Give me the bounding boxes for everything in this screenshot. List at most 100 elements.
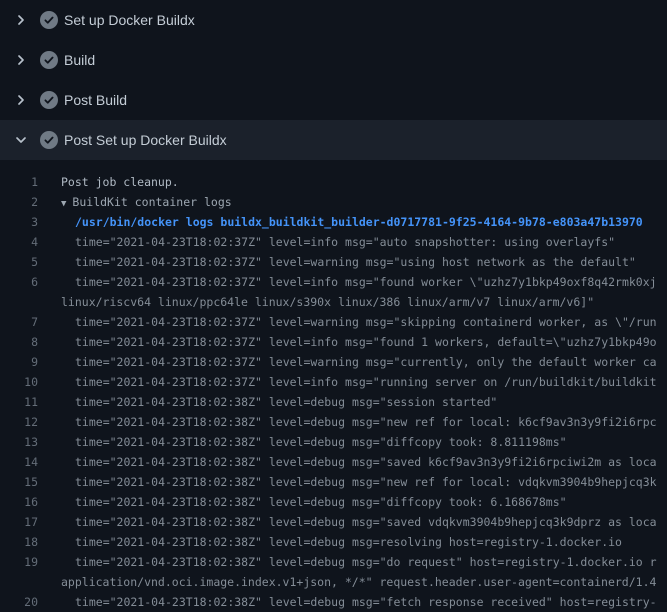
- step-label: Set up Docker Buildx: [64, 12, 195, 28]
- log-line: 15 time="2021-04-23T18:02:38Z" level=deb…: [0, 472, 667, 492]
- log-line: linux/riscv64 linux/ppc64le linux/s390x …: [0, 292, 667, 312]
- line-number-link[interactable]: 15: [0, 472, 38, 492]
- line-number-link[interactable]: 20: [0, 592, 38, 612]
- log-text: ▼BuildKit container logs: [38, 192, 232, 212]
- log-text-content: time="2021-04-23T18:02:37Z" level=warnin…: [75, 255, 636, 269]
- line-number-link[interactable]: 12: [0, 412, 38, 432]
- log-line: 20 time="2021-04-23T18:02:38Z" level=deb…: [0, 592, 667, 612]
- line-number-link[interactable]: [0, 572, 38, 592]
- log-text: time="2021-04-23T18:02:38Z" level=debug …: [38, 392, 497, 412]
- log-line: 6 time="2021-04-23T18:02:37Z" level=info…: [0, 272, 667, 292]
- step-label: Post Set up Docker Buildx: [64, 132, 227, 148]
- log-text: time="2021-04-23T18:02:37Z" level=info m…: [38, 232, 615, 252]
- log-line: 18 time="2021-04-23T18:02:38Z" level=deb…: [0, 532, 667, 552]
- log-line: 10 time="2021-04-23T18:02:37Z" level=inf…: [0, 372, 667, 392]
- log-text: time="2021-04-23T18:02:38Z" level=debug …: [38, 512, 657, 532]
- check-circle-icon: [40, 131, 58, 149]
- line-number-link[interactable]: 3: [0, 212, 38, 232]
- line-number-link[interactable]: 18: [0, 532, 38, 552]
- log-text-content: time="2021-04-23T18:02:37Z" level=info m…: [75, 335, 657, 349]
- log-text-content: /usr/bin/docker logs buildx_buildkit_bui…: [75, 215, 643, 229]
- step-header-set-up-docker-buildx[interactable]: Set up Docker Buildx: [0, 0, 667, 40]
- check-circle-icon: [40, 91, 58, 109]
- log-text-content: time="2021-04-23T18:02:37Z" level=info m…: [75, 235, 615, 249]
- log-line: application/vnd.oci.image.index.v1+json,…: [0, 572, 667, 592]
- log-text: time="2021-04-23T18:02:38Z" level=debug …: [38, 552, 657, 572]
- log-line: 9 time="2021-04-23T18:02:37Z" level=warn…: [0, 352, 667, 372]
- log-text: time="2021-04-23T18:02:38Z" level=debug …: [38, 452, 657, 472]
- log-text: time="2021-04-23T18:02:37Z" level=warnin…: [38, 312, 657, 332]
- log-line: 12 time="2021-04-23T18:02:38Z" level=deb…: [0, 412, 667, 432]
- log-text-content: BuildKit container logs: [72, 195, 231, 209]
- log-text-content: time="2021-04-23T18:02:38Z" level=debug …: [75, 475, 657, 489]
- step-header-post-build[interactable]: Post Build: [0, 80, 667, 120]
- log-text: application/vnd.oci.image.index.v1+json,…: [38, 572, 656, 592]
- log-text: time="2021-04-23T18:02:37Z" level=info m…: [38, 332, 657, 352]
- log-text-content: time="2021-04-23T18:02:38Z" level=debug …: [75, 555, 657, 569]
- line-number-link[interactable]: 8: [0, 332, 38, 352]
- log-text: time="2021-04-23T18:02:38Z" level=debug …: [38, 412, 657, 432]
- log-line: 5 time="2021-04-23T18:02:37Z" level=warn…: [0, 252, 667, 272]
- line-number-link[interactable]: 19: [0, 552, 38, 572]
- chevron-right-icon[interactable]: [13, 52, 29, 68]
- log-line: 7 time="2021-04-23T18:02:37Z" level=warn…: [0, 312, 667, 332]
- chevron-down-icon[interactable]: [13, 132, 29, 148]
- log-text: time="2021-04-23T18:02:38Z" level=debug …: [38, 532, 622, 552]
- log-text: time="2021-04-23T18:02:37Z" level=warnin…: [38, 352, 657, 372]
- line-number-link[interactable]: 7: [0, 312, 38, 332]
- log-text: linux/riscv64 linux/ppc64le linux/s390x …: [38, 292, 594, 312]
- log-text-content: time="2021-04-23T18:02:38Z" level=debug …: [75, 515, 657, 529]
- steps-list: Set up Docker Buildx Build Post Buil: [0, 0, 667, 160]
- log-text-content: time="2021-04-23T18:02:38Z" level=debug …: [75, 595, 657, 609]
- line-number-link[interactable]: 4: [0, 232, 38, 252]
- log-line: 11 time="2021-04-23T18:02:38Z" level=deb…: [0, 392, 667, 412]
- log-line: 1 Post job cleanup.: [0, 172, 667, 192]
- line-number-link[interactable]: 9: [0, 352, 38, 372]
- line-number-link[interactable]: 11: [0, 392, 38, 412]
- check-circle-icon: [40, 11, 58, 29]
- log-line: 4 time="2021-04-23T18:02:37Z" level=info…: [0, 232, 667, 252]
- log-line: 19 time="2021-04-23T18:02:38Z" level=deb…: [0, 552, 667, 572]
- log-text: time="2021-04-23T18:02:38Z" level=debug …: [38, 432, 567, 452]
- log-text-content: time="2021-04-23T18:02:37Z" level=warnin…: [75, 315, 657, 329]
- step-header-build[interactable]: Build: [0, 40, 667, 80]
- log-text: time="2021-04-23T18:02:37Z" level=info m…: [38, 272, 657, 292]
- log-text-content: time="2021-04-23T18:02:37Z" level=info m…: [75, 275, 657, 289]
- line-number-link[interactable]: 1: [0, 172, 38, 192]
- step-label: Post Build: [64, 92, 127, 108]
- line-number-link[interactable]: 13: [0, 432, 38, 452]
- log-text-content: time="2021-04-23T18:02:38Z" level=debug …: [75, 535, 622, 549]
- log-line: 3 /usr/bin/docker logs buildx_buildkit_b…: [0, 212, 667, 232]
- line-number-link[interactable]: 6: [0, 272, 38, 292]
- log-text-content: time="2021-04-23T18:02:37Z" level=info m…: [75, 375, 657, 389]
- line-number-link[interactable]: 2: [0, 192, 38, 212]
- log-line: 17 time="2021-04-23T18:02:38Z" level=deb…: [0, 512, 667, 532]
- log-line: 14 time="2021-04-23T18:02:38Z" level=deb…: [0, 452, 667, 472]
- log-text-content: time="2021-04-23T18:02:38Z" level=debug …: [75, 415, 657, 429]
- line-number-link[interactable]: 14: [0, 452, 38, 472]
- line-number-link[interactable]: [0, 292, 38, 312]
- chevron-right-icon[interactable]: [13, 92, 29, 108]
- log-text-content: time="2021-04-23T18:02:38Z" level=debug …: [75, 455, 657, 469]
- log-text-content: application/vnd.oci.image.index.v1+json,…: [61, 575, 656, 589]
- log-text-content: time="2021-04-23T18:02:38Z" level=debug …: [75, 495, 567, 509]
- log-text-content: Post job cleanup.: [61, 175, 179, 189]
- chevron-right-icon[interactable]: [13, 12, 29, 28]
- log-text: time="2021-04-23T18:02:37Z" level=warnin…: [38, 252, 636, 272]
- log-text-content: linux/riscv64 linux/ppc64le linux/s390x …: [61, 295, 594, 309]
- step-header-post-set-up-docker-buildx[interactable]: Post Set up Docker Buildx: [0, 120, 667, 160]
- check-circle-icon: [40, 51, 58, 69]
- log-text-content: time="2021-04-23T18:02:37Z" level=warnin…: [75, 355, 657, 369]
- log-group-toggle-icon[interactable]: ▼: [61, 199, 72, 209]
- log-line: 2 ▼BuildKit container logs: [0, 192, 667, 212]
- log-line: 13 time="2021-04-23T18:02:38Z" level=deb…: [0, 432, 667, 452]
- log-text-content: time="2021-04-23T18:02:38Z" level=debug …: [75, 395, 497, 409]
- log-line: 16 time="2021-04-23T18:02:38Z" level=deb…: [0, 492, 667, 512]
- log-text: time="2021-04-23T18:02:38Z" level=debug …: [38, 472, 657, 492]
- line-number-link[interactable]: 5: [0, 252, 38, 272]
- log-area: 1 Post job cleanup. 2 ▼BuildKit containe…: [0, 160, 667, 612]
- line-number-link[interactable]: 16: [0, 492, 38, 512]
- log-text: Post job cleanup.: [38, 172, 179, 192]
- line-number-link[interactable]: 10: [0, 372, 38, 392]
- line-number-link[interactable]: 17: [0, 512, 38, 532]
